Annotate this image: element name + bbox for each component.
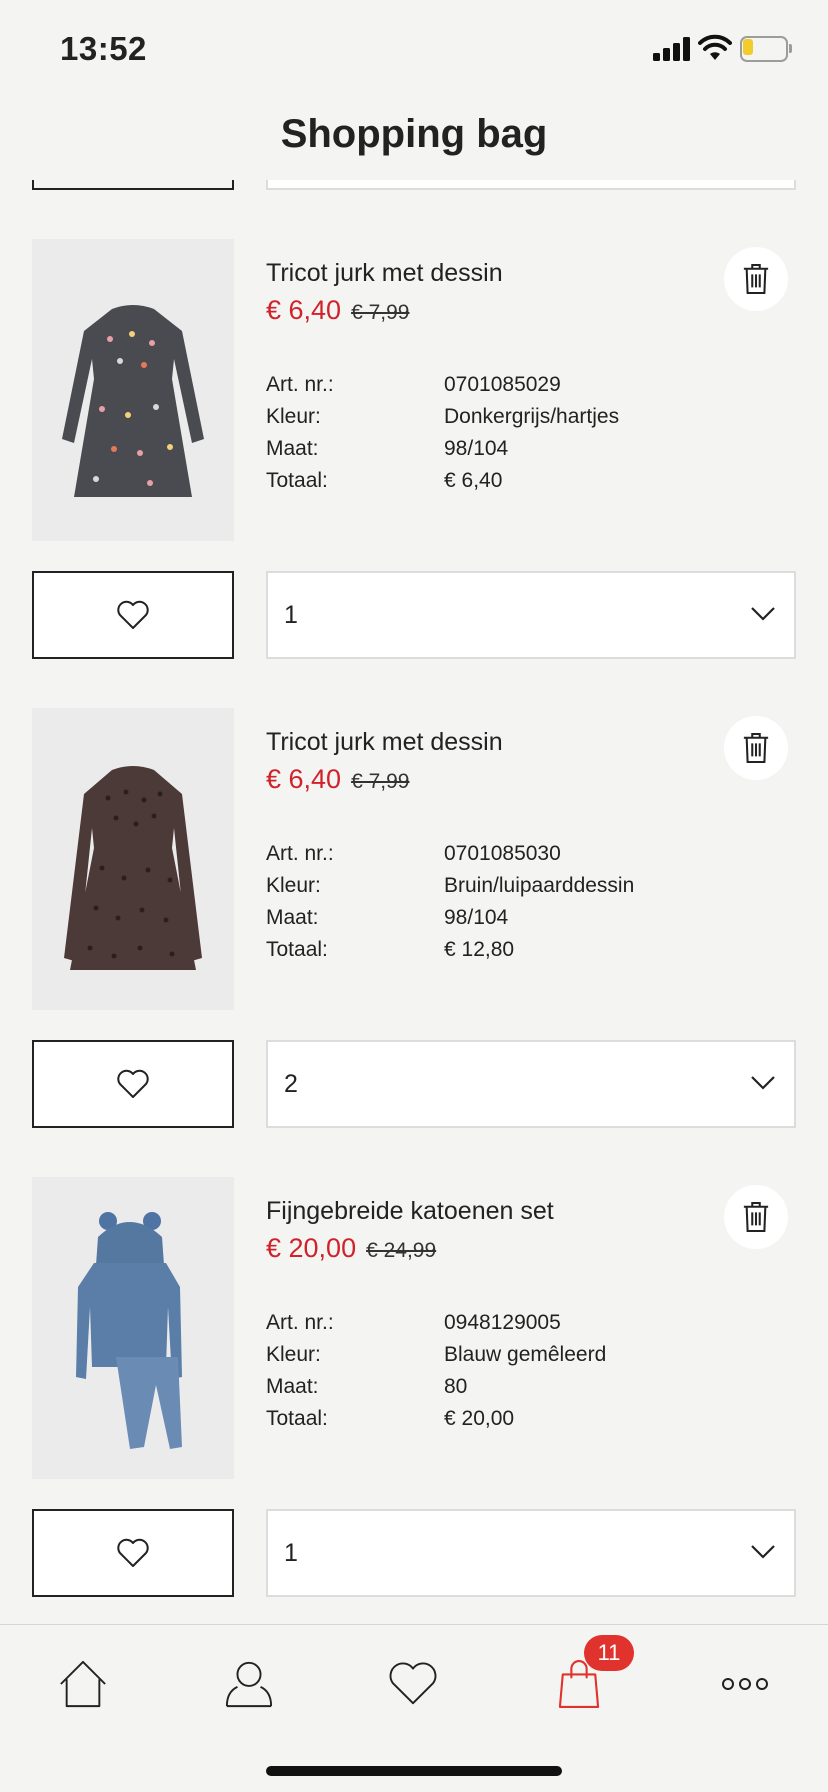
quantity-value: 2 bbox=[284, 1070, 298, 1098]
totaal-label: Totaal: bbox=[266, 469, 328, 492]
product-details: Art. nr.: 0948129005 Kleur: Blauw gemêleer… bbox=[266, 1307, 606, 1435]
favourite-button[interactable] bbox=[32, 1040, 234, 1128]
trash-icon bbox=[743, 732, 769, 764]
original-price: € 7,99 bbox=[351, 770, 410, 793]
product-name[interactable]: Fijngebreide katoenen set bbox=[266, 1197, 554, 1226]
trash-icon bbox=[743, 1201, 769, 1233]
delete-button[interactable] bbox=[724, 247, 788, 311]
original-price: € 24,99 bbox=[366, 1239, 437, 1262]
favourite-button[interactable] bbox=[32, 1509, 234, 1597]
status-bar: 13:52 bbox=[0, 0, 828, 100]
account-icon bbox=[225, 1661, 273, 1708]
quantity-select[interactable]: 1 bbox=[266, 1509, 796, 1597]
art-nr-label: Art. nr.: bbox=[266, 1311, 334, 1334]
kleur-label: Kleur: bbox=[266, 1343, 321, 1366]
totaal-value: € 6,40 bbox=[444, 469, 503, 492]
more-icon bbox=[722, 1678, 768, 1690]
quantity-select[interactable]: 2 bbox=[266, 1040, 796, 1128]
battery-icon bbox=[740, 36, 792, 62]
maat-value: 98/104 bbox=[444, 906, 509, 929]
totaal-label: Totaal: bbox=[266, 1407, 328, 1430]
sale-price: € 20,00 bbox=[266, 1233, 357, 1263]
kleur-value: Blauw gemêleerd bbox=[444, 1343, 607, 1366]
art-nr-value: 0701085029 bbox=[444, 373, 561, 396]
kleur-label: Kleur: bbox=[266, 405, 321, 428]
totaal-value: € 20,00 bbox=[444, 1407, 515, 1430]
home-indicator[interactable] bbox=[266, 1766, 562, 1776]
sale-price: € 6,40 bbox=[266, 764, 342, 794]
chevron-down-icon bbox=[751, 607, 775, 621]
heart-icon bbox=[117, 1069, 149, 1098]
chevron-down-icon bbox=[751, 1076, 775, 1090]
delete-button[interactable] bbox=[724, 716, 788, 780]
art-nr-label: Art. nr.: bbox=[266, 842, 334, 865]
favourite-button[interactable] bbox=[32, 571, 234, 659]
delete-button[interactable] bbox=[724, 1185, 788, 1249]
art-nr-value: 0701085030 bbox=[444, 842, 561, 865]
product-details: Art. nr.: 0701085029 Kleur: Donkergrijs/ha… bbox=[266, 369, 619, 497]
product-image[interactable] bbox=[32, 708, 234, 1010]
home-icon bbox=[60, 1660, 106, 1708]
status-time: 13:52 bbox=[60, 30, 147, 67]
heart-icon bbox=[117, 1538, 149, 1567]
quantity-value: 1 bbox=[284, 1539, 298, 1567]
totaal-value: € 12,80 bbox=[444, 938, 515, 961]
quantity-select[interactable] bbox=[266, 180, 796, 190]
heart-icon bbox=[117, 600, 149, 629]
tab-home[interactable] bbox=[48, 1649, 118, 1719]
wifi-icon bbox=[698, 34, 732, 62]
kleur-value: Bruin/luipaarddessin bbox=[444, 874, 635, 897]
maat-label: Maat: bbox=[266, 906, 319, 929]
cellular-signal-icon bbox=[653, 37, 691, 61]
trash-icon bbox=[743, 263, 769, 295]
quantity-select[interactable]: 1 bbox=[266, 571, 796, 659]
price-row: € 6,40 € 7,99 bbox=[266, 764, 409, 795]
price-row: € 20,00 € 24,99 bbox=[266, 1233, 436, 1264]
cart-count-badge: 11 bbox=[584, 1635, 634, 1671]
kleur-value: Donkergrijs/hartjes bbox=[444, 405, 620, 428]
page-title: Shopping bag bbox=[280, 112, 548, 156]
art-nr-label: Art. nr.: bbox=[266, 373, 334, 396]
price-row: € 6,40 € 7,99 bbox=[266, 295, 409, 326]
bag-item: Tricot jurk met dessin € 6,40 € 7,99 Art… bbox=[0, 708, 828, 1178]
chevron-down-icon bbox=[751, 1545, 775, 1559]
sale-price: € 6,40 bbox=[266, 295, 342, 325]
bag-item: Tricot jurk met dessin € 6,40 € 7,99 Art… bbox=[0, 239, 828, 709]
totaal-label: Totaal: bbox=[266, 938, 328, 961]
product-name[interactable]: Tricot jurk met dessin bbox=[266, 728, 503, 757]
product-name[interactable]: Tricot jurk met dessin bbox=[266, 259, 503, 288]
kleur-label: Kleur: bbox=[266, 874, 321, 897]
maat-label: Maat: bbox=[266, 1375, 319, 1398]
favourite-button[interactable] bbox=[32, 180, 234, 190]
maat-value: 98/104 bbox=[444, 437, 509, 460]
bag-item-list[interactable]: Tricot jurk met dessin € 6,40 € 7,99 Art… bbox=[0, 180, 828, 1624]
product-details: Art. nr.: 0701085030 Kleur: Bruin/luipaard… bbox=[266, 838, 634, 966]
heart-icon bbox=[389, 1662, 437, 1705]
maat-value: 80 bbox=[444, 1375, 468, 1398]
product-image[interactable] bbox=[32, 239, 234, 541]
original-price: € 7,99 bbox=[351, 301, 410, 324]
tab-more[interactable] bbox=[710, 1649, 780, 1719]
maat-label: Maat: bbox=[266, 437, 319, 460]
bag-item: Fijngebreide katoenen set € 20,00 € 24,9… bbox=[0, 1177, 828, 1624]
tab-favourites[interactable] bbox=[378, 1649, 448, 1719]
art-nr-value: 0948129005 bbox=[444, 1311, 561, 1334]
quantity-value: 1 bbox=[284, 601, 298, 629]
tab-account[interactable] bbox=[214, 1649, 284, 1719]
product-image[interactable] bbox=[32, 1177, 234, 1479]
